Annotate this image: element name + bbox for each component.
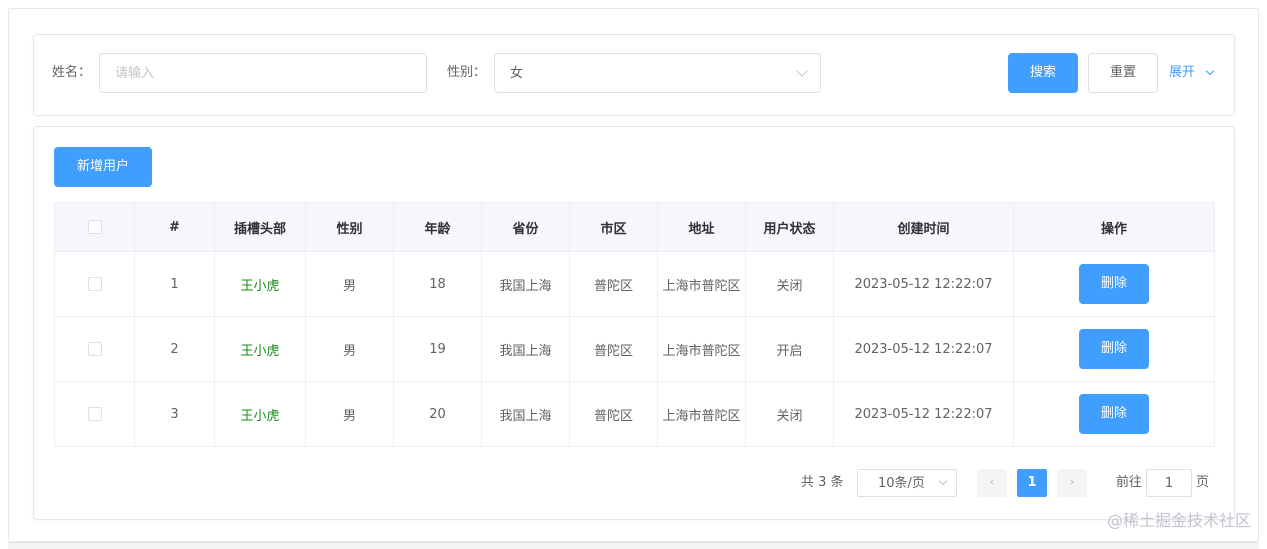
cell-created: 2023-05-12 12:22:07 (833, 251, 1014, 317)
gender-select[interactable]: 女 (494, 53, 821, 93)
cell-province: 我国上海 (481, 381, 570, 447)
cell-gender: 男 (305, 381, 394, 447)
cell-gender: 男 (305, 251, 394, 317)
cell-created: 2023-05-12 12:22:07 (833, 381, 1014, 447)
cell-address: 上海市普陀区 (657, 381, 746, 447)
cell-gender: 男 (305, 316, 394, 382)
expand-link-label: 展开 (1169, 65, 1196, 80)
cell-status: 关闭 (745, 381, 834, 447)
column-header: 操作 (1013, 202, 1215, 252)
user-table: # 插槽头部 性别 年龄 省份 市区 地址 用户状态 创建时间 操作 1 王小虎 (54, 202, 1215, 447)
column-header: 地址 (657, 202, 746, 252)
gender-label: 性别： (447, 65, 487, 80)
goto-page-input[interactable]: 1 (1146, 469, 1192, 497)
cell-age: 18 (393, 251, 482, 317)
name-label: 姓名： (52, 65, 92, 80)
delete-button[interactable]: 删除 (1079, 264, 1149, 304)
chevron-down-icon (796, 65, 808, 77)
cell-actions: 删除 (1013, 316, 1215, 382)
chevron-left-icon: ‹ (989, 475, 995, 490)
chevron-right-icon: › (1069, 475, 1075, 490)
select-all-cell (54, 202, 135, 252)
cell-index: 1 (134, 251, 215, 317)
row-checkbox[interactable] (87, 407, 102, 421)
table-header-row: # 插槽头部 性别 年龄 省份 市区 地址 用户状态 创建时间 操作 (54, 202, 1215, 252)
row-checkbox[interactable] (87, 342, 102, 356)
cell-name: 王小虎 (214, 381, 306, 447)
cell-province: 我国上海 (481, 251, 570, 317)
table-card: 新增用户 # 插槽头部 性别 年龄 省份 市区 地址 用户状态 创建时间 操作 … (33, 126, 1235, 520)
column-header: 市区 (569, 202, 658, 252)
cell-age: 20 (393, 381, 482, 447)
page-size-select[interactable]: 10条/页 (857, 469, 957, 497)
delete-button[interactable]: 删除 (1079, 329, 1149, 369)
cell-actions: 删除 (1013, 381, 1215, 447)
page-suffix: 页 (1196, 475, 1210, 490)
cell-age: 19 (393, 316, 482, 382)
cell-province: 我国上海 (481, 316, 570, 382)
name-input[interactable] (100, 54, 426, 92)
prev-page-button[interactable]: ‹ (977, 469, 1007, 497)
cell-address: 上海市普陀区 (657, 251, 746, 317)
cell-index: 2 (134, 316, 215, 382)
cell-status: 关闭 (745, 251, 834, 317)
row-checkbox[interactable] (87, 277, 102, 291)
delete-button[interactable]: 删除 (1079, 394, 1149, 434)
column-header: 省份 (481, 202, 570, 252)
expand-link[interactable]: 展开 (1169, 63, 1219, 83)
select-all-checkbox[interactable] (87, 220, 102, 234)
cell-district: 普陀区 (569, 251, 658, 317)
pagination-total: 共 3 条 (801, 475, 844, 490)
page-size-value: 10条/页 (878, 476, 925, 491)
next-page-button[interactable]: › (1057, 469, 1087, 497)
page-bottom-border (8, 542, 1259, 549)
column-header: 创建时间 (833, 202, 1014, 252)
chevron-down-icon (938, 476, 948, 486)
cell-name: 王小虎 (214, 316, 306, 382)
chevron-down-icon (1205, 66, 1215, 76)
page-number-current[interactable]: 1 (1017, 469, 1047, 497)
column-header: 插槽头部 (214, 202, 306, 252)
column-header: 用户状态 (745, 202, 834, 252)
name-input-wrapper[interactable] (99, 53, 427, 93)
cell-district: 普陀区 (569, 316, 658, 382)
cell-district: 普陀区 (569, 381, 658, 447)
table-row: 2 王小虎 男 19 我国上海 普陀区 上海市普陀区 开启 2023-05-12… (54, 316, 1215, 382)
gender-select-value: 女 (510, 66, 524, 81)
page-container: 姓名： 性别： 女 搜索 重置 展开 新增用户 # (8, 8, 1259, 542)
column-header: 性别 (305, 202, 394, 252)
cell-status: 开启 (745, 316, 834, 382)
table-row: 1 王小虎 男 18 我国上海 普陀区 上海市普陀区 关闭 2023-05-12… (54, 251, 1215, 317)
reset-button[interactable]: 重置 (1088, 53, 1158, 93)
search-form-card: 姓名： 性别： 女 搜索 重置 展开 (33, 34, 1235, 116)
watermark: @稀土掘金技术社区 (1106, 511, 1251, 530)
cell-name: 王小虎 (214, 251, 306, 317)
cell-index: 3 (134, 381, 215, 447)
search-button[interactable]: 搜索 (1008, 53, 1078, 93)
cell-actions: 删除 (1013, 251, 1215, 317)
column-header: # (134, 202, 215, 252)
cell-address: 上海市普陀区 (657, 316, 746, 382)
column-header: 年龄 (393, 202, 482, 252)
add-user-button[interactable]: 新增用户 (54, 147, 152, 187)
table-row: 3 王小虎 男 20 我国上海 普陀区 上海市普陀区 关闭 2023-05-12… (54, 381, 1215, 447)
goto-label: 前往 (1116, 475, 1143, 490)
cell-created: 2023-05-12 12:22:07 (833, 316, 1014, 382)
